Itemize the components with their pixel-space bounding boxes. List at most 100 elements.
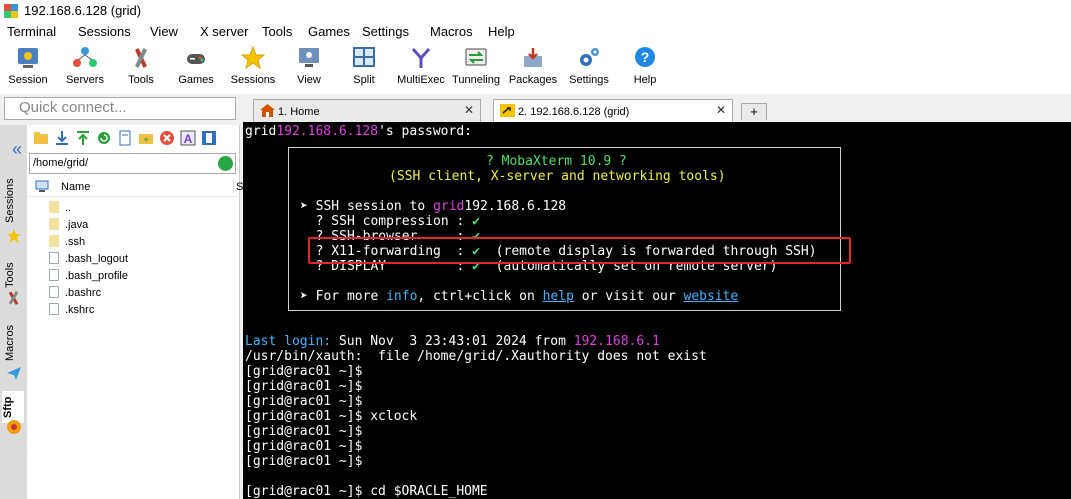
shell-line: [grid@rac01 ~]$ [245, 379, 363, 394]
file-row[interactable]: .java [49, 218, 88, 234]
shell-line: [grid@rac01 ~]$ [245, 424, 363, 439]
file-list-header: Name S [29, 177, 243, 197]
file-row[interactable]: .. [49, 201, 71, 217]
star-icon [7, 229, 21, 243]
banner-title: ? MobaXterm 10.9 ? [486, 154, 627, 169]
sessions-button[interactable]: Sessions [223, 46, 283, 92]
mobaxterm-logo-icon [4, 4, 18, 18]
password-prompt: grid192.168.6.128's password: [245, 124, 472, 139]
new-tab-button[interactable]: + [741, 103, 767, 120]
svg-text:?: ? [641, 49, 650, 65]
ssh-key-icon [500, 104, 515, 117]
file-row[interactable]: .bash_profile [49, 269, 128, 285]
close-tab-home-icon[interactable]: ✕ [464, 103, 474, 117]
session-button[interactable]: Session [0, 46, 58, 92]
quick-connect-input[interactable]: Quick connect... [4, 97, 236, 120]
tab-tools[interactable]: Tools [4, 255, 24, 295]
shell-line: [grid@rac01 ~]$ [245, 439, 363, 454]
help-link[interactable]: help [543, 289, 574, 304]
menu-tools[interactable]: Tools [262, 24, 292, 39]
folder-icon [49, 218, 59, 230]
side-panel-tabs: « Sessions Tools Macros Sftp [0, 125, 27, 499]
split-button[interactable]: Split [334, 46, 394, 92]
star-icon [240, 46, 266, 70]
split-icon [353, 47, 375, 67]
folder-icon [49, 201, 59, 213]
file-row[interactable]: .kshrc [49, 303, 94, 319]
follow-path-check-icon[interactable] [218, 156, 233, 171]
sftp-panel: + A /home/grid/ Name S .. .java .ssh .ba… [27, 125, 243, 499]
menu-terminal[interactable]: Terminal [7, 24, 56, 39]
column-name[interactable]: Name [61, 181, 90, 193]
shell-line: [grid@rac01 ~]$ [245, 454, 363, 469]
view-button[interactable]: View [279, 46, 339, 92]
home-icon [260, 104, 275, 117]
menu-help[interactable]: Help [488, 24, 515, 39]
games-icon [187, 54, 205, 64]
help-button[interactable]: ? Help [615, 46, 675, 92]
tools-icon [8, 290, 19, 306]
file-row[interactable]: .bash_logout [49, 252, 128, 268]
shell-line: [grid@rac01 ~]$ xclock [245, 409, 418, 424]
file-row[interactable]: .ssh [49, 235, 85, 251]
website-link[interactable]: website [684, 289, 739, 304]
tab-home[interactable]: 1. Home ✕ [253, 99, 481, 122]
file-icon [49, 303, 59, 315]
games-button[interactable]: Games [166, 46, 226, 92]
x11-highlight-box [308, 237, 851, 264]
title-bar: 192.168.6.128 (grid) [0, 0, 1071, 22]
terminal[interactable]: grid192.168.6.128's password: ? MobaXter… [243, 122, 1071, 499]
info-line: ➤ For more info, ctrl+click on help or v… [300, 289, 739, 304]
tools-button[interactable]: Tools [111, 46, 171, 92]
upload-icon[interactable] [75, 130, 91, 146]
svg-text:+: + [143, 135, 149, 146]
terminal-folder-icon[interactable] [201, 130, 217, 146]
delete-icon[interactable] [159, 130, 175, 146]
session-tabs: 1. Home ✕ 2. 192.168.6.128 (grid) ✕ + [243, 97, 1071, 122]
tab-session[interactable]: 2. 192.168.6.128 (grid) ✕ [493, 99, 733, 122]
tunneling-button[interactable]: Tunneling [446, 46, 506, 92]
tab-macros[interactable]: Macros [4, 318, 24, 368]
gear-icon [580, 48, 599, 66]
menu-x-server[interactable]: X server [200, 24, 248, 39]
menu-sessions[interactable]: Sessions [78, 24, 131, 39]
servers-icon [73, 47, 97, 67]
servers-button[interactable]: Servers [55, 46, 115, 92]
multiexec-icon [411, 48, 431, 68]
sftp-path-input[interactable]: /home/grid/ [29, 153, 236, 174]
file-row[interactable]: .bashrc [49, 286, 101, 302]
computer-icon [35, 180, 49, 192]
new-folder-icon[interactable]: + [138, 130, 154, 146]
tab-sessions[interactable]: Sessions [4, 173, 24, 229]
file-icon [49, 286, 59, 298]
menu-games[interactable]: Games [308, 24, 350, 39]
collapse-panel-icon[interactable]: « [7, 139, 27, 160]
settings-button[interactable]: Settings [559, 46, 619, 92]
folder-up-icon[interactable] [33, 130, 49, 146]
ssh-session-line: ➤ SSH session to grid192.168.6.128 [300, 199, 567, 214]
column-size[interactable]: S [233, 181, 243, 193]
multiexec-button[interactable]: MultiExec [391, 46, 451, 92]
banner-subtitle: (SSH client, X-server and networking too… [389, 169, 726, 184]
shell-line: [grid@rac01 ~]$ [245, 364, 363, 379]
download-icon[interactable] [54, 130, 70, 146]
session-icon [18, 48, 38, 68]
last-login-line: Last login: Sun Nov 3 23:43:01 2024 from… [245, 334, 660, 349]
shell-line: [grid@rac01 ~]$ [245, 394, 363, 409]
view-icon [299, 48, 319, 67]
folder-icon [49, 235, 59, 247]
menu-macros[interactable]: Macros [430, 24, 473, 39]
tunneling-icon [465, 48, 487, 66]
packages-icon [524, 48, 542, 67]
menu-view[interactable]: View [150, 24, 178, 39]
paper-plane-icon [7, 367, 21, 380]
xauth-line: /usr/bin/xauth: file /home/grid/.Xauthor… [245, 349, 707, 364]
shell-line: [grid@rac01 ~]$ cd $ORACLE_HOME [245, 484, 488, 499]
new-file-icon[interactable] [117, 130, 133, 146]
menu-settings[interactable]: Settings [362, 24, 409, 39]
ssh-compression-line: ? SSH compression : ✔ [300, 214, 481, 229]
refresh-icon[interactable] [96, 130, 112, 146]
close-tab-session-icon[interactable]: ✕ [716, 103, 726, 117]
rename-icon[interactable]: A [180, 130, 196, 146]
packages-button[interactable]: Packages [503, 46, 563, 92]
